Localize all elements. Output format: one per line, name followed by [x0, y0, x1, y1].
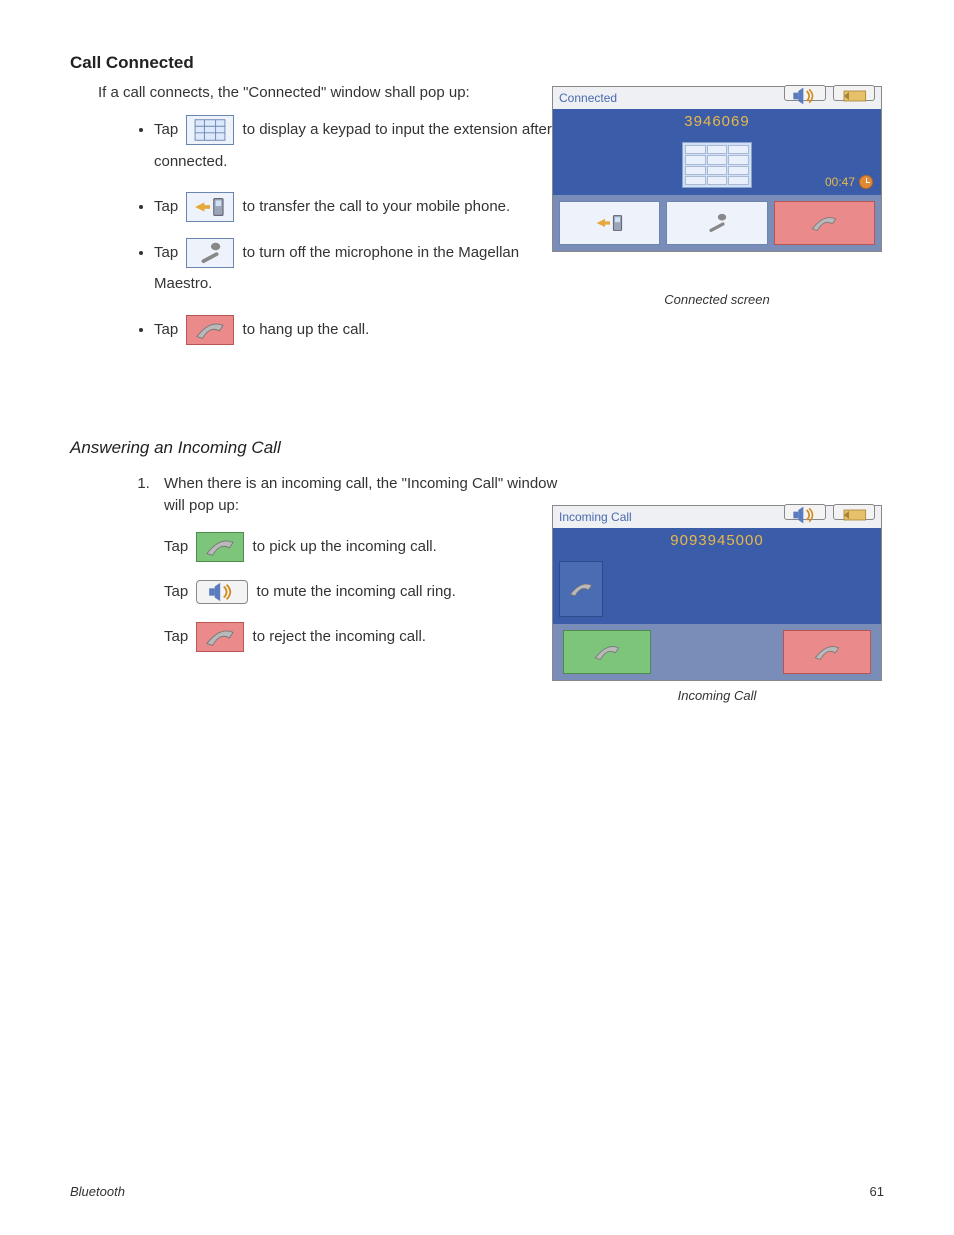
tap-label: Tap	[154, 198, 178, 215]
line-pickup: Tap to pick up the incoming call.	[164, 532, 574, 562]
line-text: to pick up the incoming call.	[253, 537, 437, 554]
pickup-icon	[196, 532, 244, 562]
bullet-mute-mic: Tap to turn off the microphone in the Ma…	[154, 237, 574, 300]
tap-label: Tap	[164, 537, 188, 554]
step-text: When there is an incoming call, the "Inc…	[164, 475, 557, 515]
line-text: to mute the incoming call ring.	[257, 582, 456, 599]
section-heading-call-connected: Call Connected	[70, 50, 884, 76]
reject-icon	[196, 622, 244, 652]
connected-screenshot: Connected 3946069 00:47	[552, 86, 882, 252]
incoming-screenshot: Incoming Call 9093945000	[552, 505, 882, 681]
transfer-button[interactable]	[559, 201, 660, 245]
call-timer: 00:47	[825, 173, 873, 191]
footer-section: Bluetooth	[70, 1182, 125, 1202]
screenshot-caption: Incoming Call	[552, 686, 882, 706]
bullet-text: to hang up the call.	[243, 321, 370, 338]
answer-button[interactable]	[563, 630, 651, 674]
tap-label: Tap	[164, 582, 188, 599]
bullet-hangup: Tap to hang up the call.	[154, 314, 574, 346]
dialed-number: 3946069	[553, 109, 881, 135]
microphone-icon	[186, 238, 234, 268]
step-1: When there is an incoming call, the "Inc…	[154, 473, 574, 652]
bullet-keypad: Tap to display a keypad to input the ext…	[154, 114, 574, 177]
window-title: Connected	[559, 89, 617, 107]
page-number: 61	[870, 1182, 884, 1202]
back-button[interactable]	[833, 504, 875, 520]
mute-mic-button[interactable]	[666, 201, 767, 245]
intro-text: If a call connects, the "Connected" wind…	[98, 82, 528, 105]
clock-icon	[859, 175, 873, 189]
tap-label: Tap	[154, 121, 178, 138]
hangup-button[interactable]	[774, 201, 875, 245]
hangup-icon	[186, 315, 234, 345]
transfer-icon	[186, 192, 234, 222]
reject-button[interactable]	[783, 630, 871, 674]
bullet-transfer: Tap to transfer the call to your mobile …	[154, 191, 574, 223]
line-text: to reject the incoming call.	[253, 627, 426, 644]
section-heading-incoming: Answering an Incoming Call	[70, 435, 884, 461]
tap-label: Tap	[154, 244, 178, 261]
handset-icon	[559, 561, 603, 617]
screenshot-caption: Connected screen	[552, 290, 882, 310]
tap-label: Tap	[154, 321, 178, 338]
speaker-button[interactable]	[784, 504, 826, 520]
line-reject: Tap to reject the incoming call.	[164, 622, 574, 652]
mute-ring-icon	[196, 580, 248, 604]
keypad-icon	[186, 115, 234, 145]
keypad-preview-icon	[682, 142, 752, 188]
speaker-button[interactable]	[784, 85, 826, 101]
caller-number: 9093945000	[553, 528, 881, 554]
line-mute-ring: Tap to mute the incoming call ring.	[164, 580, 574, 604]
window-title: Incoming Call	[559, 508, 632, 526]
tap-label: Tap	[164, 627, 188, 644]
bullet-text: to transfer the call to your mobile phon…	[243, 198, 511, 215]
back-button[interactable]	[833, 85, 875, 101]
